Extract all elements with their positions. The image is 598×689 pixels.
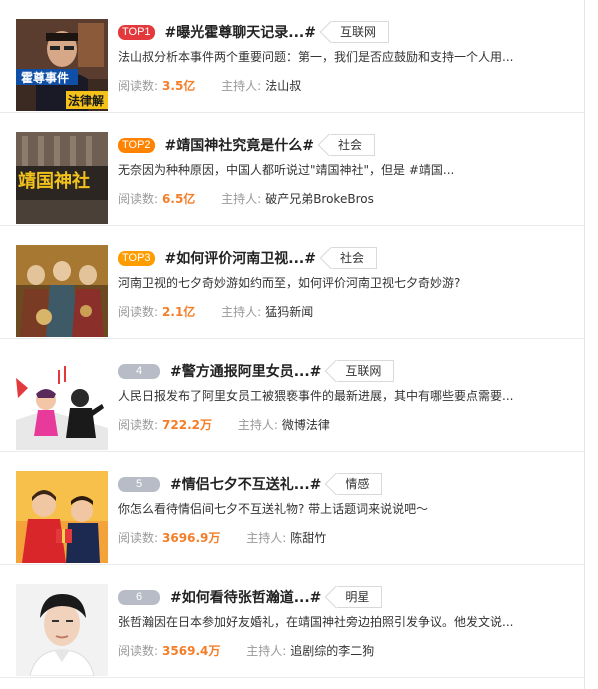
category-tag[interactable]: 互联网	[337, 360, 395, 382]
category-tag[interactable]: 互联网	[331, 21, 389, 43]
topic-description: 无奈因为种种原因，中国人都听说过"靖国神社"，但是 #靖国...	[118, 163, 455, 177]
topic-header: TOP2 #靖国神社究竟是什么# 社会	[118, 134, 376, 156]
topic-header: 4 #警方通报阿里女员...# 互联网	[118, 360, 395, 382]
category-tag[interactable]: 社会	[331, 247, 377, 269]
rank-badge: 4	[118, 363, 160, 379]
reads-count: 3.5亿	[162, 79, 196, 93]
host-label: 主持人:	[246, 531, 287, 545]
topic-title[interactable]: #靖国神社究竟是什么#	[165, 135, 314, 155]
topic-description: 张哲瀚因在日本参加好友婚礼，在靖国神社旁边拍照引发争议。他发文说...	[118, 615, 514, 629]
topic-description: 你怎么看待情侣间七夕不互送礼物? 带上话题词来说说吧～	[118, 502, 429, 516]
reads-label: 阅读数:	[118, 79, 159, 93]
topic-meta: 阅读数: 3.5亿 主持人: 法山叔	[118, 77, 301, 94]
topic-description: 河南卫视的七夕奇妙游如约而至，如何评价河南卫视七夕奇妙游?	[118, 276, 461, 290]
category-tag[interactable]: 情感	[337, 473, 383, 495]
category-tag-label: 互联网	[345, 364, 382, 378]
reads-count: 3569.4万	[162, 644, 221, 658]
thumb-caption-top: 霍尊事件	[21, 70, 69, 85]
reads-label: 阅读数:	[118, 418, 159, 432]
host-name[interactable]: 微博法律	[282, 418, 330, 432]
category-tag-label: 互联网	[339, 25, 376, 39]
topic-header: 6 #如何看待张哲瀚道...# 明星	[118, 586, 383, 608]
topic-header: TOP1 #曝光霍尊聊天记录...# 互联网	[118, 21, 389, 43]
host-name[interactable]: 陈甜竹	[290, 531, 326, 545]
reads-label: 阅读数:	[118, 644, 159, 658]
topic-description: 法山叔分析本事件两个重要问题：第一，我们是否应鼓励和支持一个人用...	[118, 50, 514, 64]
topic-thumbnail[interactable]	[16, 358, 108, 450]
thumb-caption-bottom: 法律解	[68, 93, 104, 108]
category-tag-label: 明星	[345, 590, 370, 604]
category-tag-label: 社会	[338, 138, 363, 152]
rank-badge: TOP2	[118, 137, 155, 153]
topic-meta: 阅读数: 3696.9万 主持人: 陈甜竹	[118, 529, 326, 546]
list-item[interactable]: 靖国神社 TOP2 #靖国神社究竟是什么# 社会 无奈因为种种原因，中国人都听说…	[0, 113, 584, 226]
topic-title[interactable]: #如何看待张哲瀚道...#	[170, 587, 321, 607]
topic-title[interactable]: #曝光霍尊聊天记录...#	[165, 22, 316, 42]
topic-thumbnail[interactable]: 靖国神社	[16, 132, 108, 224]
host-name[interactable]: 追剧综的李二狗	[290, 644, 374, 658]
topic-meta: 阅读数: 722.2万 主持人: 微博法律	[118, 416, 330, 433]
topic-meta: 阅读数: 2.1亿 主持人: 猛犸新闻	[118, 303, 313, 320]
topic-meta: 阅读数: 6.5亿 主持人: 破产兄弟BrokeBros	[118, 190, 374, 207]
host-name[interactable]: 法山叔	[265, 79, 301, 93]
rank-badge: 6	[118, 589, 160, 605]
topic-title[interactable]: #警方通报阿里女员...#	[170, 361, 321, 381]
topic-thumbnail[interactable]	[16, 584, 108, 676]
topic-header: TOP3 #如何评价河南卫视...# 社会	[118, 247, 377, 269]
reads-count: 2.1亿	[162, 305, 196, 319]
topic-title[interactable]: #情侣七夕不互送礼...#	[170, 474, 321, 494]
host-label: 主持人:	[221, 192, 262, 206]
list-item[interactable]: 6 #如何看待张哲瀚道...# 明星 张哲瀚因在日本参加好友婚礼，在靖国神社旁边…	[0, 565, 584, 678]
list-item[interactable]: 霍尊事件 法律解 TOP1 #曝光霍尊聊天记录...# 互联网 法山叔分析本事件…	[0, 0, 584, 113]
list-item[interactable]: 4 #警方通报阿里女员...# 互联网 人民日报发布了阿里女员工被猥亵事件的最新…	[0, 339, 584, 452]
reads-label: 阅读数:	[118, 531, 159, 545]
reads-count: 6.5亿	[162, 192, 196, 206]
topic-description: 人民日报发布了阿里女员工被猥亵事件的最新进展，其中有哪些要点需要...	[118, 389, 514, 403]
host-label: 主持人:	[221, 79, 262, 93]
host-label: 主持人:	[246, 644, 287, 658]
topic-list: 霍尊事件 法律解 TOP1 #曝光霍尊聊天记录...# 互联网 法山叔分析本事件…	[0, 0, 585, 689]
topic-thumbnail[interactable]: 霍尊事件 法律解	[16, 19, 108, 111]
topic-thumbnail[interactable]	[16, 471, 108, 563]
reads-count: 3696.9万	[162, 531, 221, 545]
list-item[interactable]: TOP3 #如何评价河南卫视...# 社会 河南卫视的七夕奇妙游如约而至，如何评…	[0, 226, 584, 339]
topic-meta: 阅读数: 3569.4万 主持人: 追剧综的李二狗	[118, 642, 374, 659]
topic-thumbnail[interactable]	[16, 245, 108, 337]
reads-label: 阅读数:	[118, 192, 159, 206]
host-name[interactable]: 破产兄弟BrokeBros	[265, 192, 374, 206]
list-item[interactable]: 5 #情侣七夕不互送礼...# 情感 你怎么看待情侣间七夕不互送礼物? 带上话题…	[0, 452, 584, 565]
rank-badge: 5	[118, 476, 160, 492]
thumb-caption: 靖国神社	[18, 170, 90, 192]
host-label: 主持人:	[221, 305, 262, 319]
rank-badge: TOP1	[118, 24, 155, 40]
category-tag[interactable]: 明星	[337, 586, 383, 608]
topic-header: 5 #情侣七夕不互送礼...# 情感	[118, 473, 383, 495]
rank-badge: TOP3	[118, 250, 155, 266]
category-tag-label: 社会	[339, 251, 364, 265]
host-label: 主持人:	[237, 418, 278, 432]
reads-label: 阅读数:	[118, 305, 159, 319]
topic-title[interactable]: #如何评价河南卫视...#	[165, 248, 316, 268]
category-tag[interactable]: 社会	[330, 134, 376, 156]
reads-count: 722.2万	[162, 418, 213, 432]
category-tag-label: 情感	[345, 477, 370, 491]
host-name[interactable]: 猛犸新闻	[265, 305, 313, 319]
